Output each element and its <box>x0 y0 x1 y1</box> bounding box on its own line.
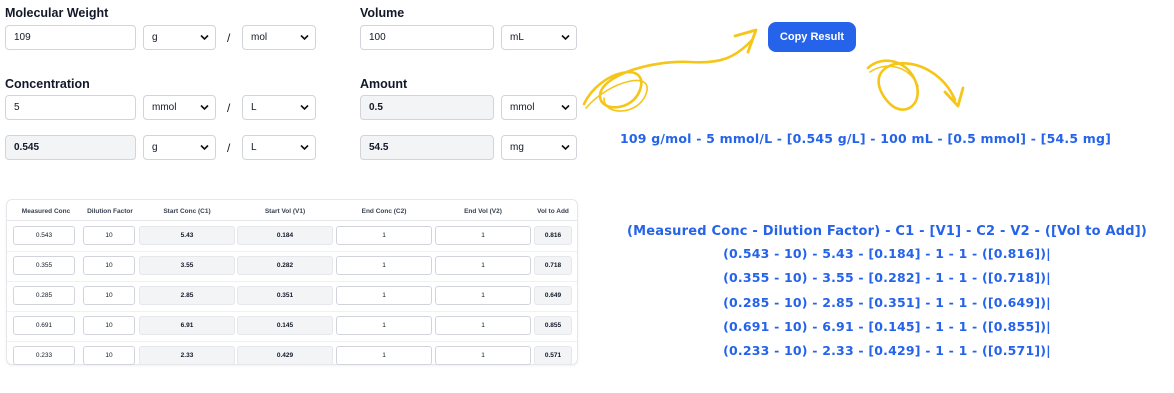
start-conc-output: 3.55 <box>139 256 235 275</box>
end-conc-input[interactable]: 1 <box>336 226 432 245</box>
end-vol-input[interactable]: 1 <box>435 346 531 365</box>
measured-conc-input[interactable]: 0.543 <box>13 226 75 245</box>
header-vol-to-add: Vol to Add <box>537 208 569 215</box>
header-end-vol: End Vol (V2) <box>464 208 502 215</box>
header-measured-conc: Measured Conc <box>21 208 71 215</box>
row-divider <box>7 341 577 342</box>
arrow-to-result-icon <box>866 59 957 111</box>
end-vol-input[interactable]: 1 <box>435 256 531 275</box>
table-result-header: (Measured Conc - Dilution Factor) - C1 -… <box>626 224 1148 239</box>
table-result-line: (0.285 - 10) - 2.85 - [0.351] - 1 - 1 - … <box>723 295 1051 310</box>
table-result-line: (0.233 - 10) - 2.33 - [0.429] - 1 - 1 - … <box>723 343 1051 358</box>
start-vol-output: 0.184 <box>237 226 333 245</box>
start-conc-output: 5.43 <box>139 226 235 245</box>
header-dilution-factor: Dilution Factor <box>87 208 133 215</box>
vol-to-add-output: 0.855 <box>534 316 572 335</box>
measured-conc-input[interactable]: 0.285 <box>13 286 75 305</box>
measured-conc-input[interactable]: 0.233 <box>13 346 75 365</box>
start-conc-output: 2.85 <box>139 286 235 305</box>
end-vol-input[interactable]: 1 <box>435 316 531 335</box>
vol-to-add-output: 0.718 <box>534 256 572 275</box>
result-text: 109 g/mol - 5 mmol/L - [0.545 g/L] - 100… <box>620 131 1112 146</box>
start-vol-output: 0.429 <box>237 346 333 365</box>
start-conc-output: 6.91 <box>139 316 235 335</box>
start-conc-output: 2.33 <box>139 346 235 365</box>
end-conc-input[interactable]: 1 <box>336 256 432 275</box>
row-divider <box>7 251 577 252</box>
row-divider <box>7 281 577 282</box>
measured-conc-input[interactable]: 0.355 <box>13 256 75 275</box>
end-conc-input[interactable]: 1 <box>336 346 432 365</box>
end-vol-input[interactable]: 1 <box>435 286 531 305</box>
header-start-conc: Start Conc (C1) <box>163 208 211 215</box>
dilution-table: Measured Conc Dilution Factor Start Conc… <box>6 199 578 365</box>
dilution-factor-input[interactable]: 10 <box>83 226 135 245</box>
dilution-factor-input[interactable]: 10 <box>83 316 135 335</box>
start-vol-output: 0.282 <box>237 256 333 275</box>
measured-conc-input[interactable]: 0.691 <box>13 316 75 335</box>
vol-to-add-output: 0.816 <box>534 226 572 245</box>
end-vol-input[interactable]: 1 <box>435 226 531 245</box>
vol-to-add-output: 0.571 <box>534 346 572 365</box>
start-vol-output: 0.145 <box>237 316 333 335</box>
table-result-line: (0.691 - 10) - 6.91 - [0.145] - 1 - 1 - … <box>723 319 1051 334</box>
dilution-factor-input[interactable]: 10 <box>83 286 135 305</box>
header-start-vol: Start Vol (V1) <box>264 208 306 215</box>
dilution-factor-input[interactable]: 10 <box>83 346 135 365</box>
table-result-line: (0.355 - 10) - 3.55 - [0.282] - 1 - 1 - … <box>723 270 1051 285</box>
end-conc-input[interactable]: 1 <box>336 286 432 305</box>
dilution-factor-input[interactable]: 10 <box>83 256 135 275</box>
table-result-line: (0.543 - 10) - 5.43 - [0.184] - 1 - 1 - … <box>723 246 1051 261</box>
start-vol-output: 0.351 <box>237 286 333 305</box>
arrow-to-button-icon <box>582 38 754 109</box>
header-divider <box>7 220 577 221</box>
header-end-conc: End Conc (C2) <box>361 208 407 215</box>
end-conc-input[interactable]: 1 <box>336 316 432 335</box>
vol-to-add-output: 0.649 <box>534 286 572 305</box>
row-divider <box>7 311 577 312</box>
